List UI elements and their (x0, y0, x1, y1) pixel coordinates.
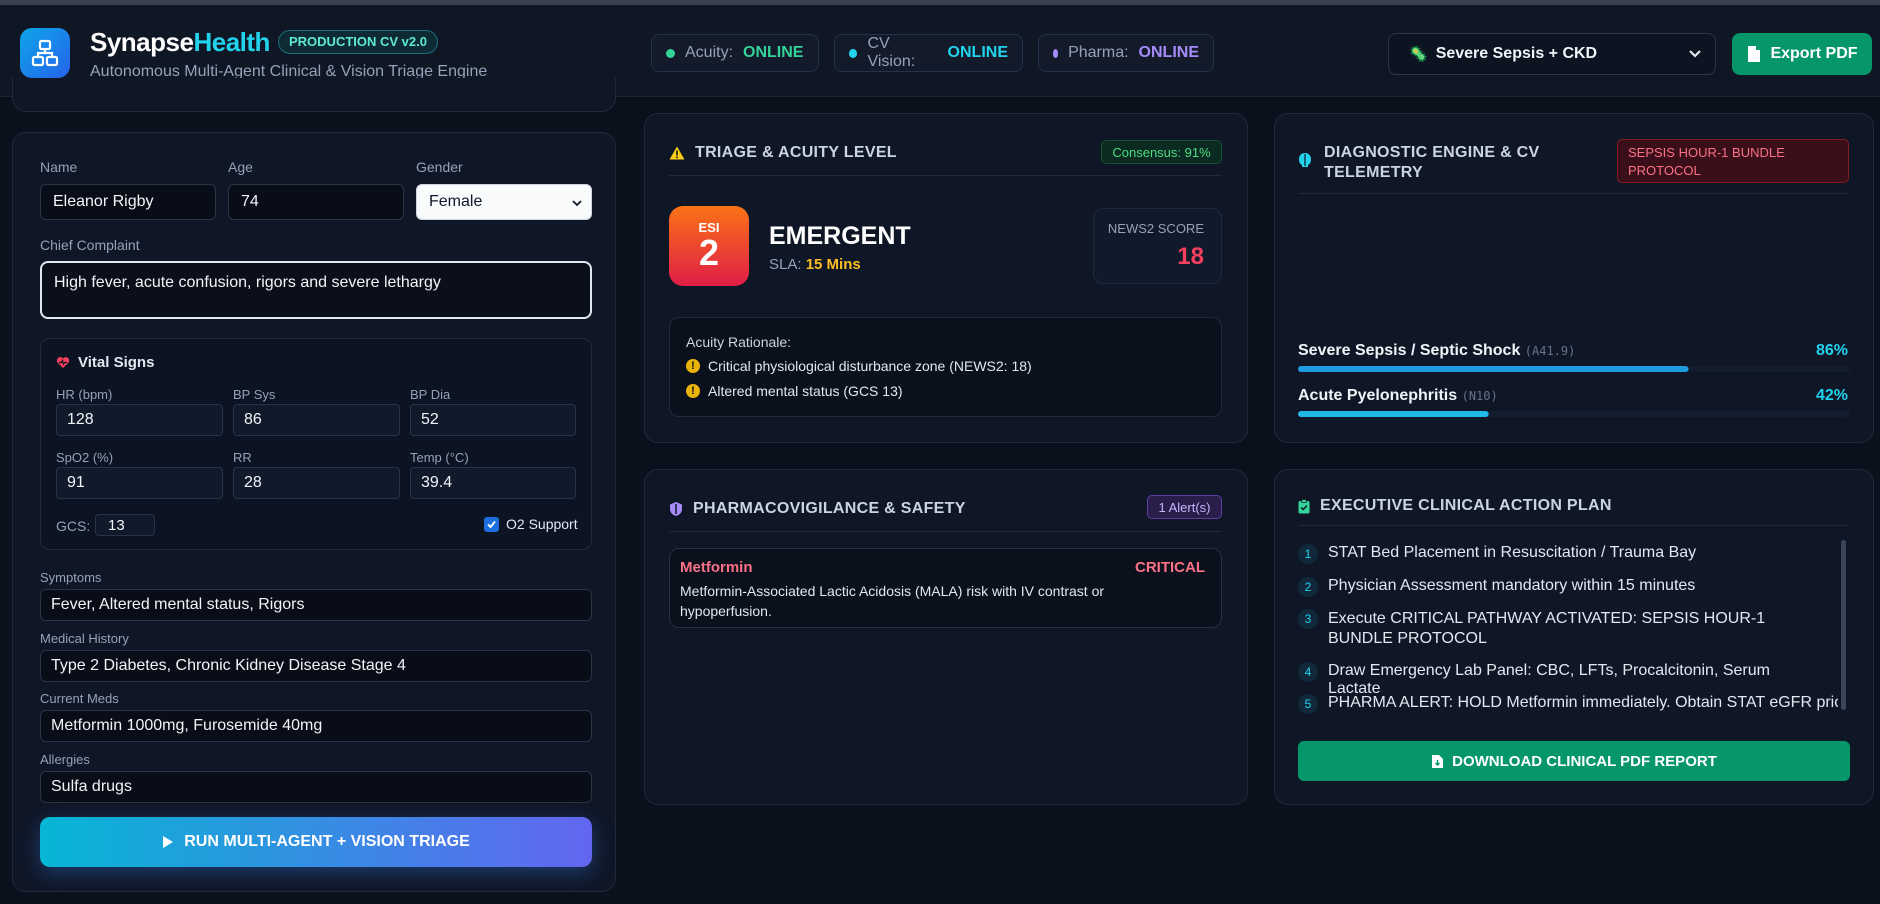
news2-score-card: NEWS2 SCORE 18 (1093, 208, 1222, 284)
gender-label: Gender (416, 159, 463, 175)
medical-history-field[interactable]: Type 2 Diabetes, Chronic Kidney Disease … (40, 650, 592, 682)
name-field[interactable]: Eleanor Rigby (40, 184, 216, 220)
diagnosis-probability-chart: Severe Sepsis / Septic Shock (A41.9) 86% A… (1298, 342, 1850, 417)
brand-name: SynapseHealth (90, 27, 270, 57)
status-cv-vision: CV Vision: ONLINE (834, 34, 1023, 72)
current-meds-field[interactable]: Metformin 1000mg, Furosemide 40mg (40, 710, 592, 742)
upper-card-remnant (12, 78, 616, 112)
rr-label: RR (233, 450, 252, 465)
plan-item: 3 Execute CRITICAL PATHWAY ACTIVATED: SEP… (1298, 609, 1818, 649)
current-meds-label: Current Meds (40, 691, 119, 706)
chief-complaint-textarea[interactable]: High fever, acute confusion, rigors and … (40, 261, 592, 319)
allergies-label: Allergies (40, 752, 90, 767)
shield-icon (670, 502, 682, 516)
consensus-badge: Consensus: 91% (1101, 140, 1222, 164)
checkbox-checked-icon[interactable] (484, 516, 499, 532)
status-acuity: Acuity: ONLINE (651, 34, 819, 72)
gcs-label: GCS: (56, 518, 91, 534)
vital-signs-title: Vital Signs (56, 354, 154, 371)
scrollbar-track[interactable] (1841, 540, 1846, 710)
age-label: Age (228, 159, 253, 175)
hr-label: HR (bpm) (56, 387, 113, 402)
symptoms-field[interactable]: Fever, Altered mental status, Rigors (40, 589, 592, 621)
download-report-button[interactable]: DOWNLOAD CLINICAL PDF REPORT (1298, 741, 1850, 781)
chevron-down-icon (572, 200, 582, 207)
divider (1298, 525, 1849, 526)
divider (1298, 193, 1849, 194)
status-dot-icon (666, 48, 675, 58)
diagnostic-title: DIAGNOSTIC ENGINE & CV TELEMETRY (1324, 144, 1540, 181)
bug-icon: 🦠 (1409, 46, 1428, 63)
plan-item: 1 STAT Bed Placement in Resuscitation / T… (1298, 544, 1818, 564)
diagnosis-probability: 42% (1816, 387, 1848, 404)
plan-title: EXECUTIVE CLINICAL ACTION PLAN (1298, 497, 1612, 515)
export-pdf-button[interactable]: Export PDF (1732, 33, 1872, 75)
bp-sys-label: BP Sys (233, 387, 276, 402)
age-field[interactable]: 74 (228, 184, 404, 220)
plan-item: 5 PHARMA ALERT: HOLD Metformin immediatel… (1298, 694, 1838, 714)
gcs-field[interactable]: 13 (95, 514, 155, 536)
triage-title: TRIAGE & ACUITY LEVEL (669, 144, 897, 162)
probability-bar (1298, 411, 1489, 417)
plan-item: 2 Physician Assessment mandatory within 1… (1298, 577, 1818, 597)
symptoms-label: Symptoms (40, 570, 102, 585)
alert-level: CRITICAL (1135, 559, 1205, 576)
acuity-rationale-box: Acuity Rationale: ! Critical physiologica… (669, 317, 1222, 417)
diagnosis-name: Acute Pyelonephritis (N10) (1298, 387, 1498, 404)
pharma-alert-card: Metformin CRITICAL Metformin-Associated … (669, 548, 1222, 628)
temp-label: Temp (°C) (410, 450, 469, 465)
medical-history-label: Medical History (40, 631, 129, 646)
diagnosis-name: Severe Sepsis / Septic Shock (A41.9) (1298, 342, 1575, 359)
chevron-down-icon (1689, 50, 1701, 58)
bp-dia-label: BP Dia (410, 387, 451, 402)
alerts-badge: 1 Alert(s) (1147, 495, 1222, 519)
esi-badge: ESI 2 (669, 206, 749, 286)
alert-drug: Metformin (680, 559, 753, 576)
probability-bar (1298, 366, 1689, 372)
pharma-title: PHARMACOVIGILANCE & SAFETY (669, 500, 966, 518)
alert-circle-icon: ! (686, 384, 700, 398)
rationale-item: ! Altered mental status (GCS 13) (686, 383, 903, 399)
alert-text: Metformin-Associated Lactic Acidosis (MA… (680, 583, 1105, 619)
name-label: Name (40, 159, 78, 175)
bp-sys-field[interactable]: 86 (233, 404, 400, 436)
scrollbar-thumb[interactable] (1841, 540, 1846, 710)
sla-text: SLA: 15 Mins (769, 256, 861, 273)
clipboard-check-icon (1298, 498, 1310, 513)
acuity-level: EMERGENT (769, 222, 911, 250)
plan-item: 4 Draw Emergency Lab Panel: CBC, LFTs, Pr… (1298, 662, 1818, 698)
network-icon (31, 39, 59, 67)
version-badge: PRODUCTION CV v2.0 (278, 30, 438, 54)
allergies-field[interactable]: Sulfa drugs (40, 771, 592, 803)
logo (20, 28, 70, 78)
bp-dia-field[interactable]: 52 (410, 404, 576, 436)
status-pharma: Pharma: ONLINE (1038, 34, 1214, 72)
gender-select[interactable]: Female (416, 184, 592, 220)
rr-field[interactable]: 28 (233, 467, 400, 499)
play-icon (163, 836, 174, 848)
status-dot-icon (849, 48, 858, 58)
divider (669, 531, 1222, 532)
status-dot-icon (1053, 48, 1059, 58)
run-triage-button[interactable]: RUN MULTI-AGENT + VISION TRIAGE (40, 817, 592, 867)
rationale-item: ! Critical physiological disturbance zone… (686, 358, 1032, 374)
brain-icon (1299, 153, 1311, 167)
spo2-label: SpO2 (%) (56, 450, 114, 465)
pharma-panel (644, 469, 1248, 805)
scenario-select[interactable]: 🦠 Severe Sepsis + CKD (1388, 33, 1716, 75)
spo2-field[interactable]: 91 (56, 467, 223, 499)
warning-icon (669, 146, 685, 160)
chief-complaint-label: Chief Complaint (40, 237, 140, 253)
heart-pulse-icon (56, 357, 70, 368)
protocol-badge: SEPSIS HOUR-1 BUNDLE PROTOCOL (1617, 139, 1849, 183)
file-download-icon (1432, 754, 1444, 768)
o2-support-toggle[interactable]: O2 Support (484, 516, 578, 532)
hr-field[interactable]: 128 (56, 404, 223, 436)
diagnosis-probability: 86% (1816, 342, 1848, 359)
file-pdf-icon (1748, 46, 1761, 62)
alert-circle-icon: ! (686, 359, 700, 373)
adjacent-window-edge (1874, 120, 1880, 330)
divider (669, 175, 1222, 176)
temp-field[interactable]: 39.4 (410, 467, 576, 499)
